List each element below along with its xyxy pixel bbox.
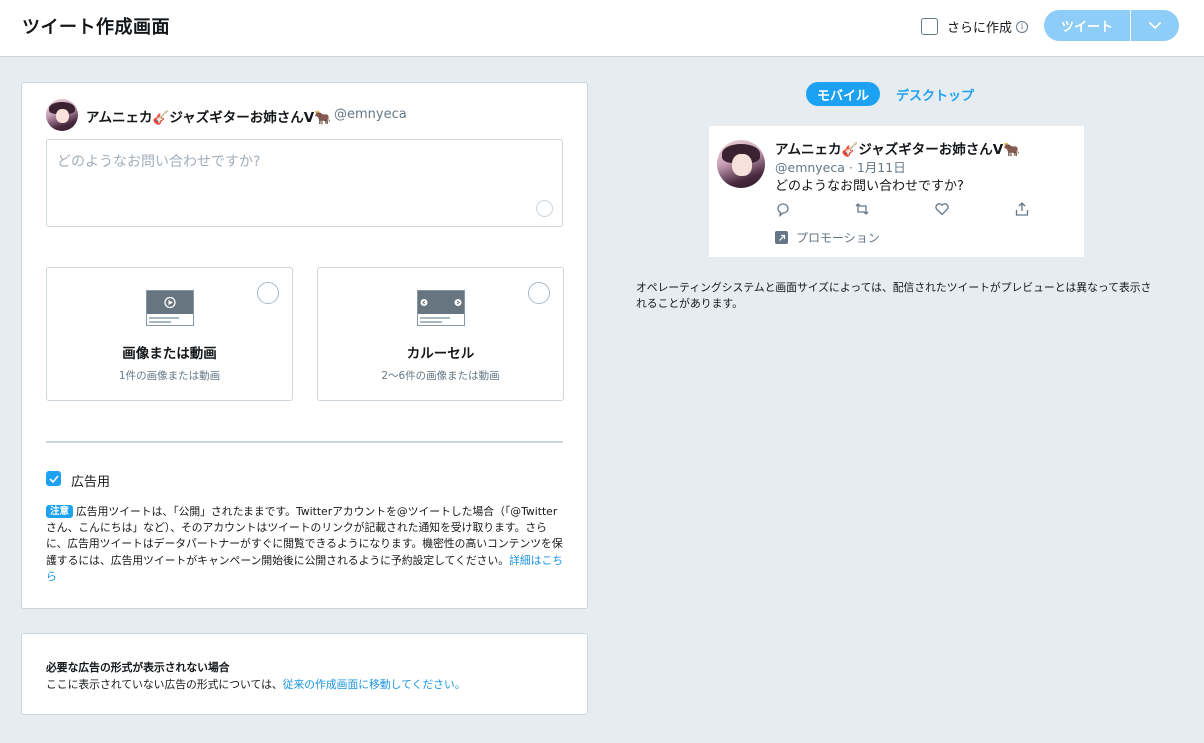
missing-format-text: ここに表示されていない広告の形式については、従来の作成画面に移動してください。 bbox=[46, 676, 466, 692]
preview-tweet-text: どのようなお問い合わせですか? bbox=[775, 179, 964, 194]
format-carousel-title: カルーセル bbox=[406, 346, 475, 362]
ad-checkbox[interactable] bbox=[46, 471, 61, 486]
notice-badge: 注意 bbox=[46, 505, 74, 518]
retweet-icon bbox=[855, 203, 869, 215]
share-icon bbox=[1015, 202, 1029, 216]
more-create-checkbox[interactable] bbox=[921, 18, 938, 35]
legacy-composer-link[interactable]: 従来の作成画面に移動してください。 bbox=[283, 678, 466, 691]
checkmark-icon bbox=[48, 474, 59, 483]
format-carousel-subtitle: 2〜6件の画像または動画 bbox=[381, 370, 500, 382]
chevron-down-icon bbox=[1149, 21, 1161, 29]
tab-mobile[interactable]: モバイル bbox=[806, 82, 881, 106]
tweet-options-dropdown[interactable] bbox=[1131, 10, 1179, 41]
character-counter-ring bbox=[536, 200, 553, 217]
like-icon bbox=[935, 203, 949, 216]
format-option-media[interactable]: 画像または動画 1件の画像または動画 bbox=[46, 267, 293, 401]
tweet-preview: アムニェカ🎸ジャズギターお姉さんV🐂 @emnyeca · 1月11日 どのよう… bbox=[709, 126, 1084, 257]
section-divider bbox=[46, 441, 563, 443]
carousel-icon bbox=[417, 290, 465, 326]
preview-tabs: モバイル デスクトップ bbox=[806, 82, 974, 106]
reply-icon bbox=[777, 203, 789, 217]
tweet-button-group: ツイート bbox=[1044, 10, 1179, 41]
format-media-title: 画像または動画 bbox=[122, 346, 217, 362]
more-create-toggle[interactable]: さらに作成 i bbox=[921, 17, 1029, 36]
notice-text: 広告用ツイートは、「公開」されたままです。Twitterアカウントを@ツイートし… bbox=[46, 505, 563, 567]
composer-user-handle: @emnyeca bbox=[334, 107, 407, 122]
preview-user-name: アムニェカ🎸ジャズギターお姉さんV🐂 bbox=[775, 142, 1020, 158]
promoted-label: プロモーション bbox=[775, 229, 880, 246]
more-create-label: さらに作成 bbox=[947, 21, 1013, 36]
missing-format-desc: ここに表示されていない広告の形式については、 bbox=[46, 678, 283, 691]
media-radio[interactable] bbox=[257, 282, 279, 304]
composer-card: アムニェカ🎸ジャズギターお姉さんV🐂 @emnyeca どのようなお問い合わせで… bbox=[21, 82, 588, 609]
ad-notice: 注意 広告用ツイートは、「公開」されたままです。Twitterアカウントを@ツイー… bbox=[46, 504, 564, 585]
carousel-radio[interactable] bbox=[528, 282, 550, 304]
preview-actions bbox=[775, 201, 1035, 217]
avatar bbox=[46, 99, 78, 131]
promoted-text: プロモーション bbox=[796, 231, 880, 245]
page-title: ツイート作成画面 bbox=[22, 17, 170, 38]
missing-format-card: 必要な広告の形式が表示されない場合 ここに表示されていない広告の形式については、… bbox=[21, 633, 588, 715]
image-video-icon bbox=[146, 290, 194, 326]
promoted-icon bbox=[775, 231, 788, 244]
format-media-subtitle: 1件の画像または動画 bbox=[118, 370, 221, 382]
preview-note: オペレーティングシステムと画面サイズによっては、配信されたツイートがプレビューと… bbox=[636, 281, 1152, 310]
composer-user-name: アムニェカ🎸ジャズギターお姉さんV🐂 bbox=[86, 110, 331, 126]
tweet-text-placeholder: どのようなお問い合わせですか? bbox=[57, 154, 261, 170]
tweet-button[interactable]: ツイート bbox=[1044, 10, 1131, 41]
top-bar: ツイート作成画面 さらに作成 i ツイート bbox=[0, 0, 1204, 57]
tab-desktop[interactable]: デスクトップ bbox=[896, 85, 974, 104]
preview-avatar bbox=[717, 140, 765, 188]
info-icon[interactable]: i bbox=[1016, 20, 1029, 33]
missing-format-title: 必要な広告の形式が表示されない場合 bbox=[46, 661, 230, 674]
preview-meta: @emnyeca · 1月11日 bbox=[775, 160, 906, 175]
ad-checkbox-label: 広告用 bbox=[71, 475, 111, 490]
format-option-carousel[interactable]: カルーセル 2〜6件の画像または動画 bbox=[317, 267, 564, 401]
tweet-text-input[interactable]: どのようなお問い合わせですか? bbox=[46, 139, 563, 227]
